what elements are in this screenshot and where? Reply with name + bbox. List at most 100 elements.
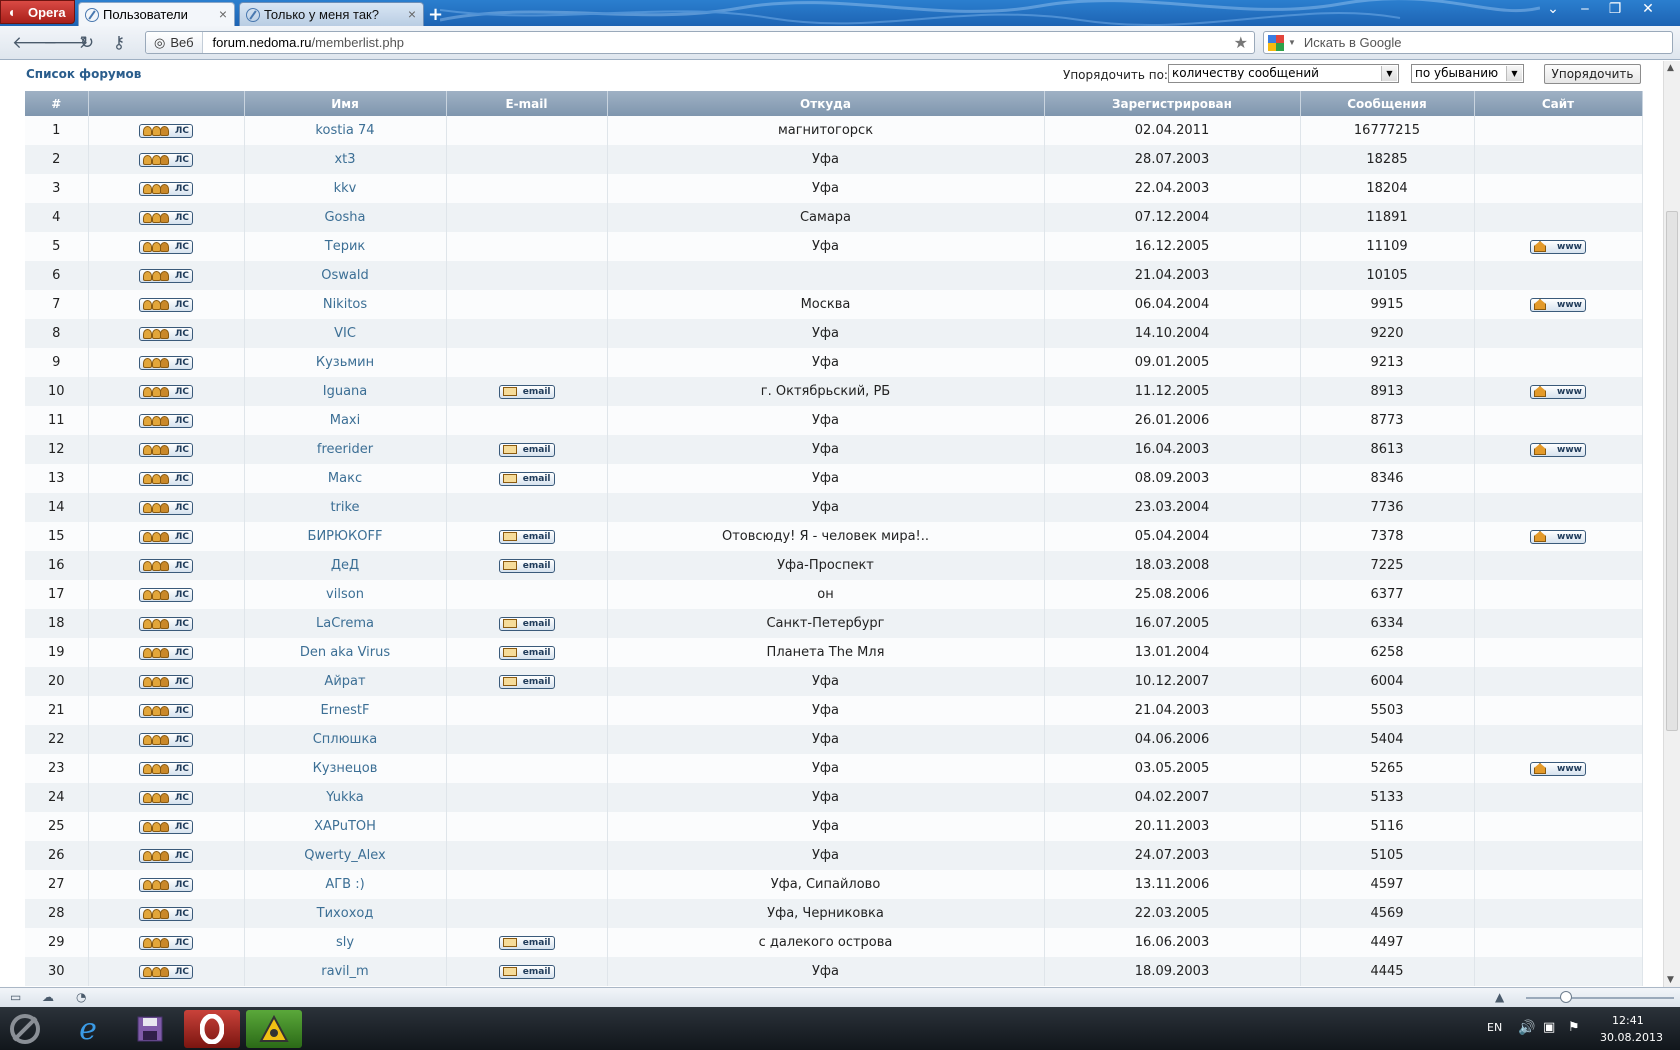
panel-toggle-icon[interactable]: ▭ [10, 991, 24, 1003]
tab-only-me[interactable]: Только у меня так? × [239, 2, 424, 26]
pm-button[interactable]: ЛС [139, 239, 193, 254]
start-menu-icon[interactable] [2, 1010, 48, 1048]
pm-button[interactable]: ЛС [139, 790, 193, 805]
clock-time[interactable]: 12:41 [1612, 1014, 1644, 1027]
member-name-link[interactable]: ravil_m [321, 964, 368, 979]
member-name-link[interactable]: Терик [325, 239, 366, 254]
pm-button[interactable]: ЛС [139, 906, 193, 921]
member-name-link[interactable]: ХАРuТОН [314, 819, 376, 834]
pm-button[interactable]: ЛС [139, 355, 193, 370]
zoom-up-icon[interactable]: ▲ [1495, 991, 1509, 1003]
member-name-link[interactable]: Den aka Virus [300, 645, 390, 660]
email-button[interactable]: email [498, 442, 555, 457]
zoom-slider-track[interactable] [1526, 997, 1674, 999]
pm-button[interactable]: ЛС [139, 210, 193, 225]
scroll-down-icon[interactable]: ▼ [1667, 975, 1674, 985]
close-icon[interactable]: × [408, 6, 416, 22]
network-icon[interactable]: ▣ [1543, 1020, 1555, 1035]
new-tab-icon[interactable]: + [428, 4, 443, 25]
pm-button[interactable]: ЛС [139, 587, 193, 602]
member-name-link[interactable]: trike [330, 500, 359, 515]
member-name-link[interactable]: Maxi [330, 413, 361, 428]
member-name-link[interactable]: LaCrema [316, 616, 374, 631]
member-name-link[interactable]: kkv [334, 181, 357, 196]
email-button[interactable]: email [498, 964, 555, 979]
column-header-posts[interactable]: Сообщения [1300, 91, 1475, 116]
web-security-button[interactable]: ◎ Веб [146, 32, 203, 53]
email-button[interactable]: email [498, 935, 555, 950]
member-name-link[interactable]: Сплюшка [313, 732, 378, 747]
save-disk-icon[interactable] [122, 1010, 178, 1048]
reload-icon[interactable]: ↻ [76, 32, 98, 54]
pm-button[interactable]: ЛС [139, 558, 193, 573]
email-button[interactable]: email [498, 645, 555, 660]
member-name-link[interactable]: Nikitos [323, 297, 367, 312]
column-header-registered[interactable]: Зарегистрирован [1044, 91, 1301, 116]
window-close-icon[interactable]: ✕ [1633, 0, 1663, 20]
member-name-link[interactable]: ErnestF [321, 703, 370, 718]
clock-date[interactable]: 30.08.2013 [1600, 1031, 1663, 1044]
vertical-scrollbar[interactable]: ▲ ▼ [1663, 61, 1680, 987]
column-header-name[interactable]: Имя [244, 91, 447, 116]
pm-button[interactable]: ЛС [139, 297, 193, 312]
member-name-link[interactable]: Кузьмин [316, 355, 374, 370]
sort-field-select[interactable]: количеству сообщений ▼ [1168, 64, 1399, 83]
key-icon[interactable]: ⚷ [108, 32, 130, 54]
email-button[interactable]: email [498, 384, 555, 399]
pm-button[interactable]: ЛС [139, 819, 193, 834]
member-name-link[interactable]: Gosha [324, 210, 365, 225]
scroll-up-icon[interactable]: ▲ [1667, 63, 1674, 73]
member-name-link[interactable]: xt3 [334, 152, 355, 167]
member-name-link[interactable]: Yukka [326, 790, 363, 805]
pm-button[interactable]: ЛС [139, 413, 193, 428]
email-button[interactable]: email [498, 529, 555, 544]
cloud-icon[interactable]: ☁ [42, 991, 56, 1003]
tab-users[interactable]: Пользователи × [78, 2, 235, 26]
column-header-from[interactable]: Откуда [607, 91, 1045, 116]
pm-button[interactable]: ЛС [139, 471, 193, 486]
pm-button[interactable]: ЛС [139, 500, 193, 515]
pm-button[interactable]: ЛС [139, 964, 193, 979]
member-name-link[interactable]: Iguana [323, 384, 368, 399]
opera-taskbar-icon[interactable] [184, 1010, 240, 1048]
bookmark-star-icon[interactable]: ★ [1234, 33, 1248, 53]
minimize-icon[interactable]: ‒ [1570, 0, 1600, 20]
back-icon[interactable]: 🡐 [12, 32, 58, 54]
member-name-link[interactable]: Qwerty_Alex [304, 848, 385, 863]
pm-button[interactable]: ЛС [139, 152, 193, 167]
forums-list-link[interactable]: Список форумов [26, 67, 141, 81]
pm-button[interactable]: ЛС [139, 442, 193, 457]
www-button[interactable]: www [1530, 761, 1586, 776]
member-name-link[interactable]: Oswald [321, 268, 368, 283]
zoom-slider-handle[interactable] [1560, 991, 1572, 1003]
chevron-down-icon[interactable]: ▼ [1288, 38, 1296, 47]
address-field[interactable]: ◎ Веб forum.nedoma.ru/memberlist.php ★ [145, 31, 1255, 54]
pm-button[interactable]: ЛС [139, 616, 193, 631]
pm-button[interactable]: ЛС [139, 674, 193, 689]
member-name-link[interactable]: Макс [328, 471, 362, 486]
member-name-link[interactable]: БИРЮКOFF [308, 529, 383, 544]
member-name-link[interactable]: sly [336, 935, 354, 950]
pm-button[interactable]: ЛС [139, 268, 193, 283]
member-name-link[interactable]: VIC [334, 326, 356, 341]
restore-icon[interactable]: ❐ [1600, 0, 1630, 20]
pm-button[interactable]: ЛС [139, 703, 193, 718]
www-button[interactable]: www [1530, 297, 1586, 312]
tab-list-chevron-icon[interactable]: ⌄ [1538, 0, 1568, 20]
www-button[interactable]: www [1530, 442, 1586, 457]
www-button[interactable]: www [1530, 239, 1586, 254]
pm-button[interactable]: ЛС [139, 181, 193, 196]
member-name-link[interactable]: kostia 74 [315, 123, 374, 138]
aimp-taskbar-icon[interactable] [246, 1010, 302, 1048]
email-button[interactable]: email [498, 616, 555, 631]
pm-button[interactable]: ЛС [139, 848, 193, 863]
action-center-flag-icon[interactable]: ⚑ [1568, 1020, 1580, 1035]
email-button[interactable]: email [498, 674, 555, 689]
pm-button[interactable]: ЛС [139, 645, 193, 660]
keyboard-language[interactable]: EN [1487, 1021, 1502, 1034]
speed-dial-icon[interactable]: ◔ [76, 991, 90, 1003]
member-name-link[interactable]: Тихоход [317, 906, 374, 921]
pm-button[interactable]: ЛС [139, 384, 193, 399]
pm-button[interactable]: ЛС [139, 761, 193, 776]
forward-icon[interactable]: 🡒 [43, 32, 89, 54]
